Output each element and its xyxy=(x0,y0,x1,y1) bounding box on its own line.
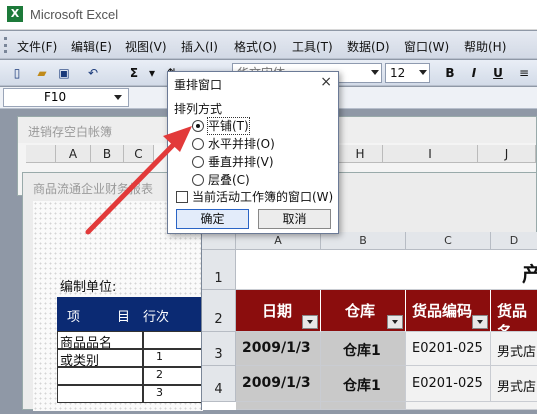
col-header[interactable]: B xyxy=(321,232,406,250)
menu-tools[interactable]: 工具(T) xyxy=(292,38,333,55)
bold-button[interactable]: B xyxy=(441,64,459,82)
col-header[interactable]: C xyxy=(124,145,154,163)
menu-insert[interactable]: 插入(I) xyxy=(181,38,218,55)
mid-cell[interactable] xyxy=(143,331,202,349)
data-cell[interactable]: 男式店 xyxy=(491,366,537,402)
menu-file[interactable]: 文件(F) xyxy=(17,38,57,55)
ok-button[interactable]: 确定 xyxy=(176,209,249,229)
row-header[interactable]: 4 xyxy=(202,366,236,402)
header-cell-name[interactable]: 货品名 xyxy=(491,290,537,332)
radio-dot-icon[interactable] xyxy=(192,120,204,132)
arrange-group-label: 排列方式 xyxy=(174,102,223,116)
data-cell[interactable] xyxy=(321,402,406,410)
align-left-icon[interactable]: ≡ xyxy=(515,64,533,82)
undo-icon[interactable]: ↶ xyxy=(84,64,102,82)
corner-cell[interactable] xyxy=(26,145,56,163)
mid-cell[interactable]: 2 xyxy=(143,367,202,385)
col-header[interactable]: A xyxy=(236,232,321,250)
name-box[interactable]: F10 xyxy=(3,88,129,107)
workbook-window-front[interactable]: A B C D 1 2 3 4 产 日期 仓库 货品编码 货品名 2009/1/… xyxy=(201,232,537,410)
radio-dot-icon[interactable] xyxy=(192,156,204,168)
arrange-windows-dialog: 重排窗口 × 排列方式 平铺(T) 水平并排(O) 垂直并排(V) 层叠(C) … xyxy=(167,71,339,234)
window-title: Microsoft Excel xyxy=(30,7,119,22)
save-icon[interactable]: ▣ xyxy=(55,64,73,82)
filter-dropdown-icon[interactable] xyxy=(302,315,318,329)
data-cell[interactable]: 仓库1 xyxy=(321,332,406,366)
data-cell[interactable]: 仓库1 xyxy=(321,366,406,402)
mid-cell[interactable] xyxy=(57,367,143,385)
col-header[interactable]: H xyxy=(338,145,383,163)
open-folder-icon[interactable]: ▰ xyxy=(33,64,51,82)
filter-dropdown-icon[interactable] xyxy=(387,315,403,329)
mid-label: 编制单位: xyxy=(60,280,117,295)
sheet-title: 产 xyxy=(522,262,537,286)
col-header[interactable]: D xyxy=(491,232,537,250)
data-cell[interactable]: E0201-025 xyxy=(406,366,491,402)
autosum-dropdown-icon[interactable]: ▾ xyxy=(143,64,161,82)
mid-cell[interactable] xyxy=(57,385,143,403)
menu-grip-icon[interactable] xyxy=(4,37,7,53)
title-bar: X Microsoft Excel xyxy=(0,0,537,30)
menu-help[interactable]: 帮助(H) xyxy=(464,38,506,55)
menu-data[interactable]: 数据(D) xyxy=(347,38,390,55)
mid-table-header: 项 目 行次 xyxy=(57,297,202,331)
col-header[interactable]: A xyxy=(56,145,91,163)
new-document-icon[interactable]: ▯ xyxy=(8,64,26,82)
data-cell[interactable]: 2009/1/3 xyxy=(236,366,321,402)
data-cell[interactable]: 2009/1/3 xyxy=(236,332,321,366)
close-icon[interactable]: × xyxy=(320,74,332,90)
radio-dot-icon[interactable] xyxy=(192,174,204,186)
menu-format[interactable]: 格式(O) xyxy=(234,38,277,55)
data-cell[interactable] xyxy=(406,402,537,410)
menu-window[interactable]: 窗口(W) xyxy=(404,38,449,55)
radio-dot-icon[interactable] xyxy=(192,138,204,150)
underline-button[interactable]: U xyxy=(489,64,507,82)
data-cell[interactable]: 男式店 xyxy=(491,332,537,366)
header-cell-code[interactable]: 货品编码 xyxy=(406,290,491,332)
filter-dropdown-icon[interactable] xyxy=(472,315,488,329)
menu-view[interactable]: 视图(V) xyxy=(125,38,167,55)
mid-cell[interactable]: 3 xyxy=(143,385,202,403)
row-header[interactable]: 1 xyxy=(202,250,236,290)
col-header[interactable]: J xyxy=(478,145,536,163)
mid-cell[interactable]: 1 xyxy=(143,349,202,367)
row-header[interactable]: 2 xyxy=(202,290,236,332)
col-header[interactable]: I xyxy=(383,145,478,163)
mid-cell[interactable]: 商品品名 xyxy=(57,331,143,351)
header-cell-warehouse[interactable]: 仓库 xyxy=(321,290,406,332)
font-size-combo[interactable]: 12 xyxy=(385,63,430,83)
italic-button[interactable]: I xyxy=(465,64,483,82)
menu-bar: 文件(F) 编辑(E) 视图(V) 插入(I) 格式(O) 工具(T) 数据(D… xyxy=(0,31,537,59)
corner-cell[interactable] xyxy=(202,232,236,250)
excel-icon: X xyxy=(7,6,23,22)
col-header[interactable]: B xyxy=(91,145,124,163)
col-header[interactable]: C xyxy=(406,232,491,250)
checkbox-box[interactable] xyxy=(176,191,188,203)
autosum-button[interactable]: Σ xyxy=(125,64,143,82)
menu-edit[interactable]: 编辑(E) xyxy=(71,38,112,55)
mid-cell[interactable]: 或类别 xyxy=(57,349,143,369)
row-header[interactable]: 3 xyxy=(202,332,236,366)
cancel-button[interactable]: 取消 xyxy=(258,209,331,229)
data-cell[interactable]: E0201-025 xyxy=(406,332,491,366)
data-cell[interactable] xyxy=(236,402,321,410)
title-cell[interactable] xyxy=(236,250,537,290)
dialog-title: 重排窗口 xyxy=(174,78,223,92)
header-cell-date[interactable]: 日期 xyxy=(236,290,321,332)
